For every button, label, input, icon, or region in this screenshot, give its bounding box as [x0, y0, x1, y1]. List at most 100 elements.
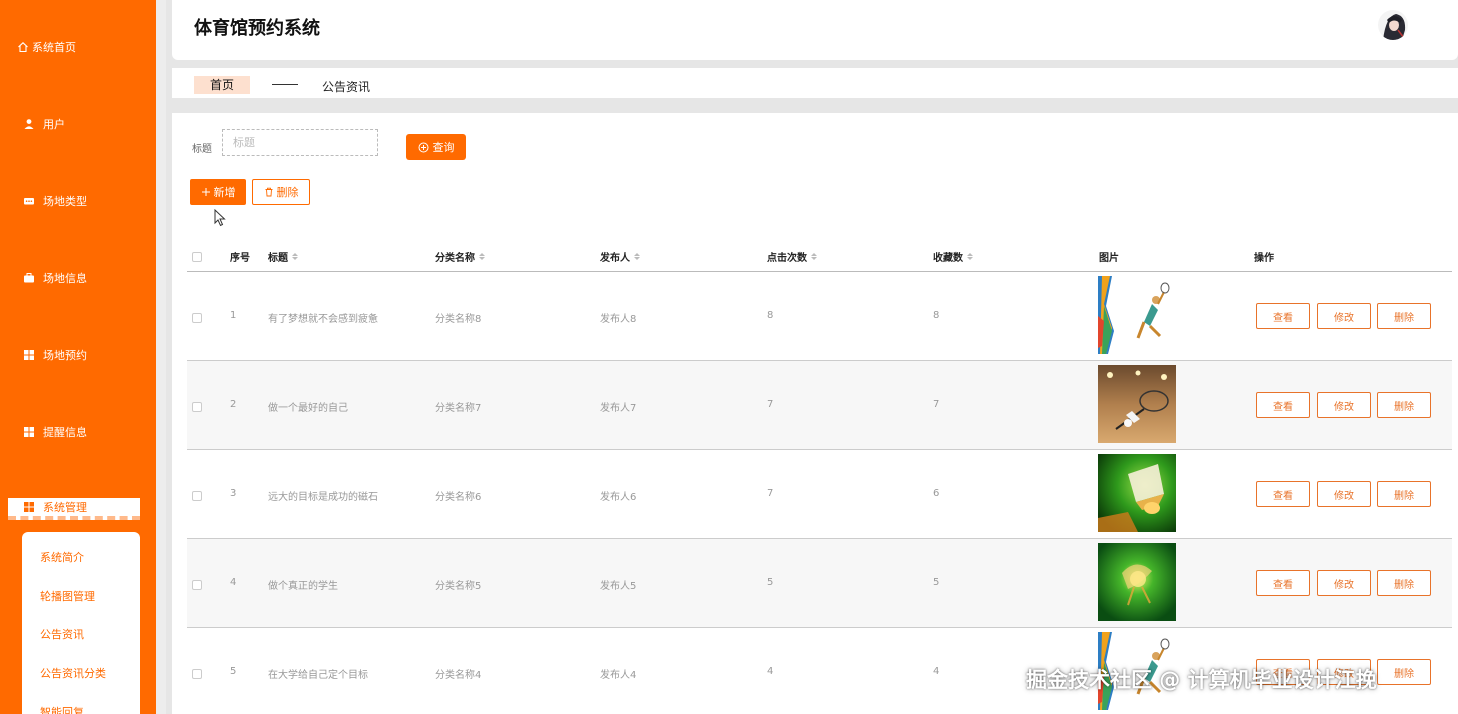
- delete-button[interactable]: 删除: [1377, 392, 1431, 418]
- query-button-label: 查询: [432, 141, 455, 154]
- row-checkbox[interactable]: [192, 491, 202, 501]
- sidebar-item-label: 场地类型: [43, 195, 87, 208]
- column-header-index: 序号: [230, 253, 250, 264]
- delete-button[interactable]: 删除: [1377, 303, 1431, 329]
- cell-publisher: 发布人8: [600, 314, 637, 325]
- cell-favorites: 5: [933, 577, 940, 588]
- cell-title: 远大的目标是成功的磁石: [268, 492, 378, 503]
- sort-icon: [634, 253, 640, 260]
- sidebar: 系统首页 用户 场地类型 场地信息 场地预约 提醒信息 系统管理 系统简介 轮播…: [0, 0, 156, 714]
- cell-title: 做一个最好的自己: [268, 403, 348, 414]
- badminton-player-illustration: [1098, 276, 1176, 354]
- add-button[interactable]: 新增: [190, 179, 246, 205]
- sidebar-item-system-management[interactable]: 系统管理: [8, 498, 140, 520]
- cell-category: 分类名称6: [435, 492, 482, 503]
- edit-button[interactable]: 修改: [1317, 303, 1371, 329]
- watermark: 掘金技术社区 @ 计算机毕业设计江挽: [1026, 668, 1377, 692]
- plus-icon: [201, 188, 210, 196]
- sidebar-item-venue-booking[interactable]: 场地预约: [0, 343, 156, 367]
- view-button[interactable]: 查看: [1256, 481, 1310, 507]
- cell-category: 分类名称4: [435, 670, 482, 681]
- delete-button[interactable]: 删除: [1377, 659, 1431, 685]
- sidebar-item-label: 场地预约: [43, 349, 87, 362]
- data-table: 序号 标题 分类名称 发布人 点击次数 收藏数 图片 操作 1 有了梦想就不会感…: [187, 240, 1452, 714]
- briefcase-icon: [23, 272, 35, 284]
- column-header-actions: 操作: [1254, 253, 1274, 264]
- cell-publisher: 发布人4: [600, 670, 637, 681]
- sidebar-submenu: 系统简介 轮播图管理 公告资讯 公告资讯分类 智能回复: [22, 532, 140, 714]
- row-checkbox[interactable]: [192, 402, 202, 412]
- sidebar-item-home[interactable]: 系统首页: [0, 35, 156, 59]
- sidebar-item-reminders[interactable]: 提醒信息: [0, 420, 156, 444]
- cell-category: 分类名称7: [435, 403, 482, 414]
- breadcrumb-separator: [272, 84, 298, 85]
- search-input[interactable]: [222, 129, 378, 156]
- delete-button[interactable]: 删除: [1377, 481, 1431, 507]
- table-row: 1 有了梦想就不会感到疲惫 分类名称8 发布人8 8 8 查看 修改 删除: [187, 272, 1452, 361]
- glowing-green-art: [1098, 543, 1176, 621]
- sidebar-item-venue-info[interactable]: 场地信息: [0, 266, 156, 290]
- view-button[interactable]: 查看: [1256, 570, 1310, 596]
- column-header-title[interactable]: 标题: [268, 249, 298, 264]
- column-header-category[interactable]: 分类名称: [435, 249, 485, 264]
- edit-button[interactable]: 修改: [1317, 481, 1371, 507]
- view-button[interactable]: 查看: [1256, 392, 1310, 418]
- cell-favorites: 4: [933, 666, 940, 677]
- cell-clicks: 4: [767, 666, 774, 677]
- table-header: 序号 标题 分类名称 发布人 点击次数 收藏数 图片 操作: [187, 240, 1452, 272]
- top-header: 体育馆预约系统: [172, 0, 1458, 60]
- edit-button[interactable]: 修改: [1317, 392, 1371, 418]
- shuttlecock-green-glow-photo: [1098, 454, 1176, 532]
- sort-icon: [479, 253, 485, 260]
- cell-title: 在大学给自己定个目标: [268, 670, 368, 681]
- cell-index: 3: [230, 488, 237, 499]
- submenu-item-smart-reply[interactable]: 智能回复: [40, 704, 84, 714]
- avatar[interactable]: [1378, 10, 1408, 40]
- sort-icon: [811, 253, 817, 260]
- add-button-label: 新增: [213, 186, 236, 199]
- cell-favorites: 8: [933, 310, 940, 321]
- sidebar-item-users[interactable]: 用户: [0, 112, 156, 136]
- row-checkbox[interactable]: [192, 580, 202, 590]
- cell-publisher: 发布人7: [600, 403, 637, 414]
- search-label: 标题: [192, 144, 212, 155]
- cell-publisher: 发布人6: [600, 492, 637, 503]
- submenu-item-carousel[interactable]: 轮播图管理: [40, 588, 95, 604]
- delete-button[interactable]: 删除: [1377, 570, 1431, 596]
- submenu-item-system-intro[interactable]: 系统简介: [40, 549, 84, 565]
- cell-index: 4: [230, 577, 237, 588]
- table-row: 4 做个真正的学生 分类名称5 发布人5 5 5 查看 修改 删除: [187, 539, 1452, 628]
- shuttlecock-racket-court-photo: [1098, 365, 1176, 443]
- breadcrumb-current: 公告资讯: [322, 80, 371, 94]
- query-button[interactable]: 查询: [406, 134, 466, 160]
- submenu-item-announcement-categories[interactable]: 公告资讯分类: [40, 665, 106, 681]
- row-checkbox[interactable]: [192, 669, 202, 679]
- breadcrumb-home[interactable]: 首页: [194, 76, 250, 94]
- cell-publisher: 发布人5: [600, 581, 637, 592]
- edit-button[interactable]: 修改: [1317, 570, 1371, 596]
- sidebar-item-label: 用户: [43, 118, 65, 131]
- sidebar-item-label: 场地信息: [43, 272, 87, 285]
- cell-category: 分类名称5: [435, 581, 482, 592]
- grid-icon: [23, 349, 35, 361]
- cell-clicks: 7: [767, 399, 774, 410]
- cell-clicks: 7: [767, 488, 774, 499]
- grid-icon: [23, 501, 35, 513]
- select-all-checkbox[interactable]: [192, 252, 202, 262]
- submenu-item-announcements[interactable]: 公告资讯: [40, 626, 84, 642]
- column-header-image: 图片: [1099, 253, 1119, 264]
- main-content: 标题 查询 新增 删除 序号 标题 分类名称 发布人 点击次数 收藏数 图片 操…: [172, 113, 1458, 714]
- sidebar-item-label: 提醒信息: [43, 426, 87, 439]
- sidebar-item-label: 系统管理: [43, 501, 87, 514]
- cell-index: 1: [230, 310, 237, 321]
- cell-clicks: 8: [767, 310, 774, 321]
- column-header-publisher[interactable]: 发布人: [600, 249, 640, 264]
- view-button[interactable]: 查看: [1256, 303, 1310, 329]
- row-checkbox[interactable]: [192, 313, 202, 323]
- home-icon: [17, 41, 29, 53]
- batch-delete-button[interactable]: 删除: [252, 179, 310, 205]
- column-header-favorites[interactable]: 收藏数: [933, 249, 973, 264]
- chat-dots-icon: [23, 195, 35, 207]
- column-header-clicks[interactable]: 点击次数: [767, 249, 817, 264]
- sidebar-item-venue-types[interactable]: 场地类型: [0, 189, 156, 213]
